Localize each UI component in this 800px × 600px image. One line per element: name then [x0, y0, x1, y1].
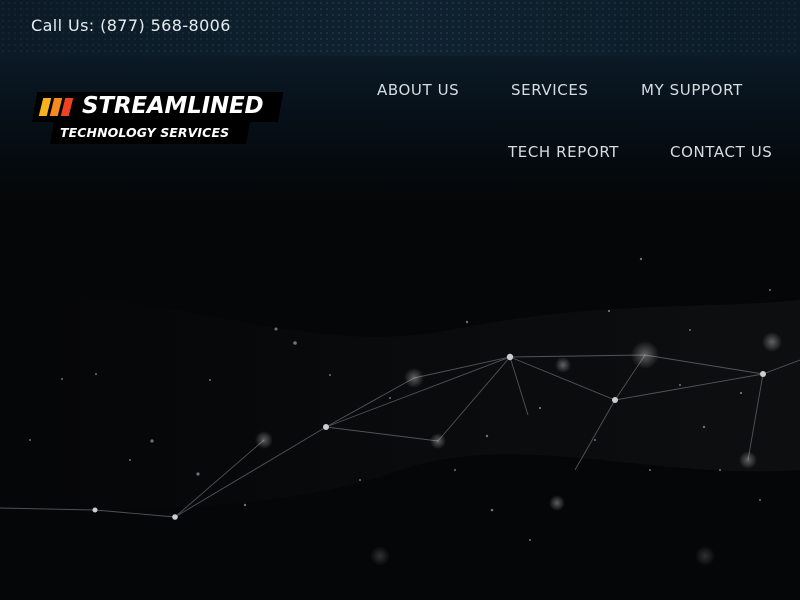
nav-my-support[interactable]: MY SUPPORT [641, 81, 743, 99]
nav-about-us[interactable]: ABOUT US [377, 81, 459, 99]
phone-number[interactable]: Call Us: (877) 568-8006 [31, 16, 231, 35]
logo-tagline: TECHNOLOGY SERVICES [60, 125, 230, 140]
logo-name: STREAMLINED [82, 93, 264, 119]
nav-contact-us[interactable]: CONTACT US [670, 143, 772, 161]
logo-stripes-icon [38, 98, 74, 116]
company-logo[interactable]: STREAMLINED TECHNOLOGY SERVICES [32, 92, 284, 146]
nav-tech-report[interactable]: TECH REPORT [508, 143, 619, 161]
nav-services[interactable]: SERVICES [511, 81, 589, 99]
page: Call Us: (877) 568-8006 STREAMLINED TECH… [0, 0, 800, 600]
site-header: STREAMLINED TECHNOLOGY SERVICES ABOUT US… [0, 56, 800, 206]
top-contact-bar: Call Us: (877) 568-8006 [0, 0, 800, 56]
